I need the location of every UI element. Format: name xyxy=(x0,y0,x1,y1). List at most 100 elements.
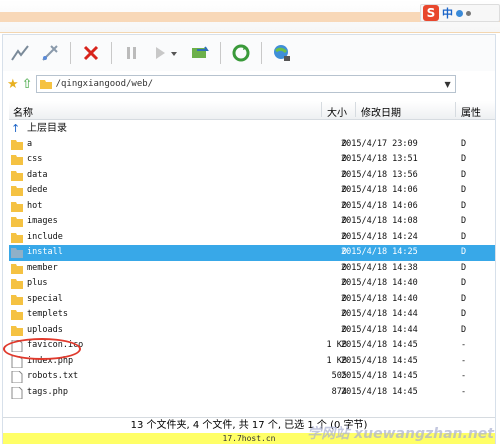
folder-row[interactable]: include 0 2015/4/18 14:24 D xyxy=(9,230,495,246)
file-date: 2015/4/18 13:51 xyxy=(341,154,418,164)
file-date: 2015/4/18 14:06 xyxy=(341,200,418,211)
toolbar-separator xyxy=(111,42,112,64)
file-attr: D xyxy=(461,278,467,288)
file-date: 2015/4/18 14:06 xyxy=(341,185,418,195)
file-date: 2015/4/18 14:44 xyxy=(341,324,418,335)
folder-row[interactable]: images 0 2015/4/18 14:08 D xyxy=(9,214,495,230)
column-divider[interactable] xyxy=(455,102,456,117)
file-row[interactable]: favicon.ico 1 KB 2015/4/18 14:45- xyxy=(9,338,495,354)
file-date: 2015/4/18 14:45 xyxy=(341,371,418,381)
file-attr: - xyxy=(461,371,467,381)
toolbar xyxy=(3,35,495,71)
file-attr: D xyxy=(461,293,467,304)
file-attr: D xyxy=(461,200,467,211)
file-row[interactable]: tags.php 874 2015/4/18 14:45- xyxy=(9,385,495,401)
folder-icon xyxy=(11,139,23,150)
globe-icon xyxy=(274,45,290,61)
column-header: 名称 大小 修改日期 属性 xyxy=(9,101,495,120)
folder-icon xyxy=(11,170,23,181)
up-arrow-icon: ↑ xyxy=(11,122,21,135)
delete-button[interactable] xyxy=(78,40,104,66)
refresh-icon xyxy=(232,44,250,62)
file-attr: D xyxy=(461,324,467,335)
folder-icon xyxy=(11,309,23,320)
plug-icon xyxy=(42,45,58,61)
toolbar-separator xyxy=(220,42,221,64)
folder-row[interactable]: install 0 2015/4/18 14:25 D xyxy=(9,245,495,261)
folder-row[interactable]: plus 0 2015/4/18 14:40 D xyxy=(9,276,495,292)
column-divider[interactable] xyxy=(355,102,356,117)
folder-row[interactable]: hot 0 2015/4/18 14:06 D xyxy=(9,199,495,215)
ftp-file-panel: ★ ⇧ /qingxiangood/web/ ▼ 名称 大小 修改日期 属性 ↑… xyxy=(2,34,496,444)
folder-icon xyxy=(11,201,23,212)
path-text: /qingxiangood/web/ xyxy=(55,79,154,89)
folder-icon xyxy=(39,80,52,89)
watermark-text: 学网站 xuewangzhan.net xyxy=(307,426,494,442)
red-x-icon xyxy=(83,45,99,61)
folder-row[interactable]: special 0 2015/4/18 14:40 D xyxy=(9,292,495,308)
column-size[interactable]: 大小 xyxy=(327,104,347,119)
bookmark-star-icon[interactable]: ★ xyxy=(7,77,19,92)
ime-punct-icon[interactable] xyxy=(466,10,471,16)
parent-directory-row[interactable]: ↑ 上层目录 xyxy=(9,121,495,137)
site-manager-button[interactable] xyxy=(269,40,295,66)
connect-button[interactable] xyxy=(7,40,33,66)
file-date: 2015/4/18 14:45 xyxy=(341,355,418,366)
red-highlight-circle xyxy=(3,338,81,360)
column-date[interactable]: 修改日期 xyxy=(361,104,401,119)
folder-row[interactable]: css 0 2015/4/18 13:51 D xyxy=(9,152,495,168)
play-dropdown-icon xyxy=(156,47,177,59)
sync-button[interactable] xyxy=(187,40,213,66)
file-attr: D xyxy=(461,309,467,319)
file-date: 2015/4/18 14:08 xyxy=(341,216,418,226)
folder-row[interactable]: templets 0 2015/4/18 14:44 D xyxy=(9,307,495,323)
transfer-button[interactable] xyxy=(149,40,183,66)
file-date: 2015/4/18 14:38 xyxy=(341,262,418,273)
ime-moon-icon[interactable] xyxy=(456,9,463,17)
file-name: templets xyxy=(27,309,68,319)
column-name[interactable]: 名称 xyxy=(13,104,33,119)
file-row[interactable]: index.php 1 KB 2015/4/18 14:45- xyxy=(9,354,495,370)
file-attr: D xyxy=(461,185,467,195)
file-icon xyxy=(11,370,23,384)
toolbar-separator xyxy=(261,42,262,64)
file-attr: - xyxy=(461,355,467,366)
up-folder-icon[interactable]: ⇧ xyxy=(22,77,33,92)
file-name: a xyxy=(27,138,33,149)
folder-row[interactable]: data 0 2015/4/18 13:56 D xyxy=(9,168,495,184)
refresh-button[interactable] xyxy=(228,40,254,66)
folder-icon xyxy=(11,216,23,227)
file-name: uploads xyxy=(27,324,63,335)
folder-row[interactable]: uploads 0 2015/4/18 14:44 D xyxy=(9,323,495,339)
file-attr: D xyxy=(461,231,467,242)
ime-language-label[interactable]: 中 xyxy=(442,5,453,21)
file-date: 2015/4/18 14:44 xyxy=(341,309,418,319)
folder-icon xyxy=(11,247,23,258)
ime-toolbar[interactable]: S 中 xyxy=(420,4,500,22)
pause-button[interactable] xyxy=(119,40,145,66)
path-input[interactable]: /qingxiangood/web/ ▼ xyxy=(35,75,456,93)
folder-row[interactable]: member 0 2015/4/18 14:38 D xyxy=(9,261,495,277)
file-name: plus xyxy=(27,278,48,288)
file-date: 2015/4/17 23:09 xyxy=(341,138,418,149)
folder-icon xyxy=(11,185,23,196)
address-bar: ★ ⇧ /qingxiangood/web/ ▼ xyxy=(3,73,495,95)
file-name: images xyxy=(27,216,58,226)
file-row[interactable]: robots.txt 505 2015/4/18 14:45- xyxy=(9,369,495,385)
file-attr: D xyxy=(461,247,467,257)
lightning-icon xyxy=(11,45,29,61)
file-icon xyxy=(11,386,23,399)
folder-row[interactable]: a 0 2015/4/17 23:09 D xyxy=(9,137,495,153)
column-attr[interactable]: 属性 xyxy=(461,104,481,119)
path-dropdown-icon[interactable]: ▼ xyxy=(441,76,455,92)
file-name: robots.txt xyxy=(27,371,79,381)
file-date: 2015/4/18 14:24 xyxy=(341,231,418,242)
sync-arrows-icon xyxy=(192,46,209,58)
disconnect-button[interactable] xyxy=(37,40,63,66)
folder-row[interactable]: dede 0 2015/4/18 14:06 D xyxy=(9,183,495,199)
browser-top-strip: S 中 xyxy=(0,0,500,33)
column-divider[interactable] xyxy=(321,102,322,117)
file-attr: D xyxy=(461,154,467,164)
file-attr: D xyxy=(461,262,467,273)
file-attr: D xyxy=(461,216,467,226)
